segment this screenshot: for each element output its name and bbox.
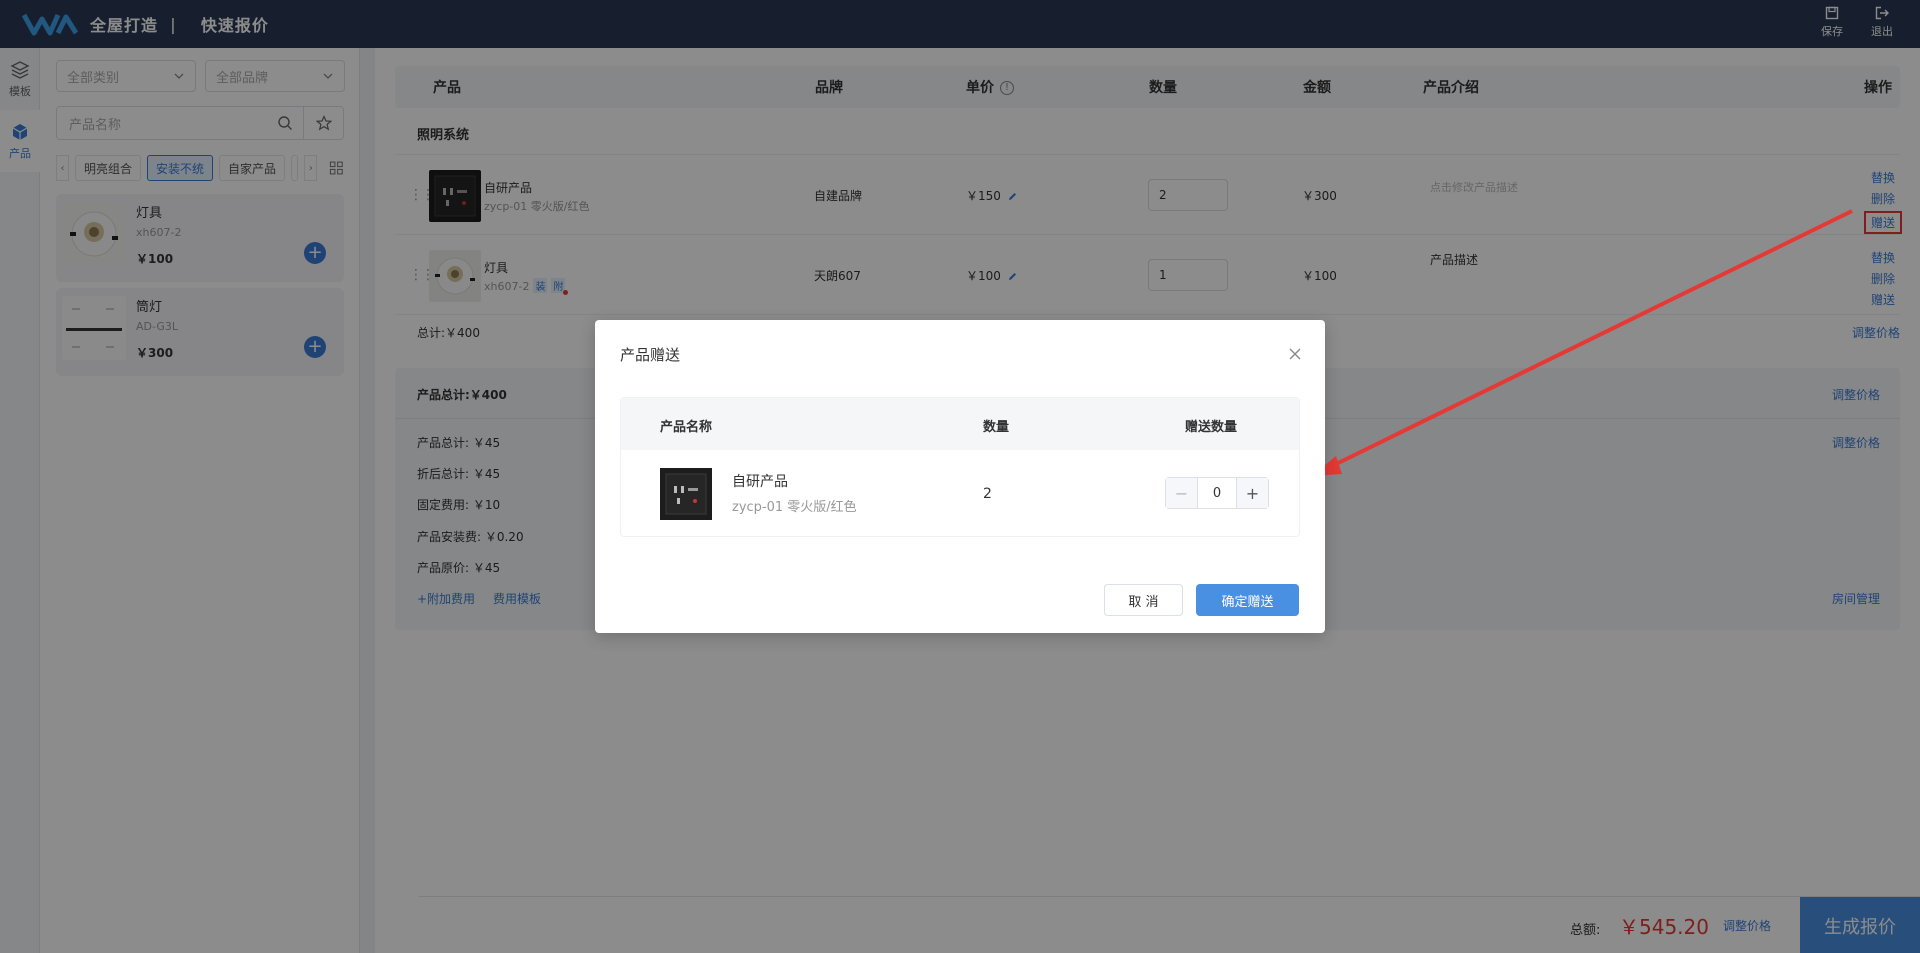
- dialog-header-gift-qty: 赠送数量: [1185, 420, 1238, 435]
- dialog-header-qty: 数量: [983, 420, 1010, 435]
- gift-quantity-value[interactable]: 0: [1198, 478, 1236, 508]
- confirm-gift-button[interactable]: 确定赠送: [1196, 584, 1299, 616]
- cancel-button[interactable]: 取 消: [1104, 584, 1183, 616]
- dialog-product-qty: 2: [983, 486, 992, 502]
- dialog-header-name: 产品名称: [660, 420, 713, 435]
- close-icon[interactable]: [1287, 346, 1303, 362]
- gift-quantity-stepper: − 0 +: [1165, 477, 1269, 509]
- gift-dialog: 产品赠送 产品名称 数量 赠送数量 自研产品 zycp-01 零火版/红色 2 …: [595, 320, 1325, 633]
- dialog-table-header: 产品名称 数量 赠送数量: [621, 398, 1299, 450]
- dialog-title: 产品赠送: [620, 346, 681, 364]
- dialog-table: 产品名称 数量 赠送数量 自研产品 zycp-01 零火版/红色 2 − 0 +: [620, 397, 1300, 537]
- dialog-product-image: [660, 468, 712, 520]
- dialog-product-spec: zycp-01 零火版/红色: [732, 500, 857, 515]
- dialog-product-name: 自研产品: [732, 474, 788, 490]
- decrement-button[interactable]: −: [1166, 478, 1198, 508]
- increment-button[interactable]: +: [1236, 478, 1268, 508]
